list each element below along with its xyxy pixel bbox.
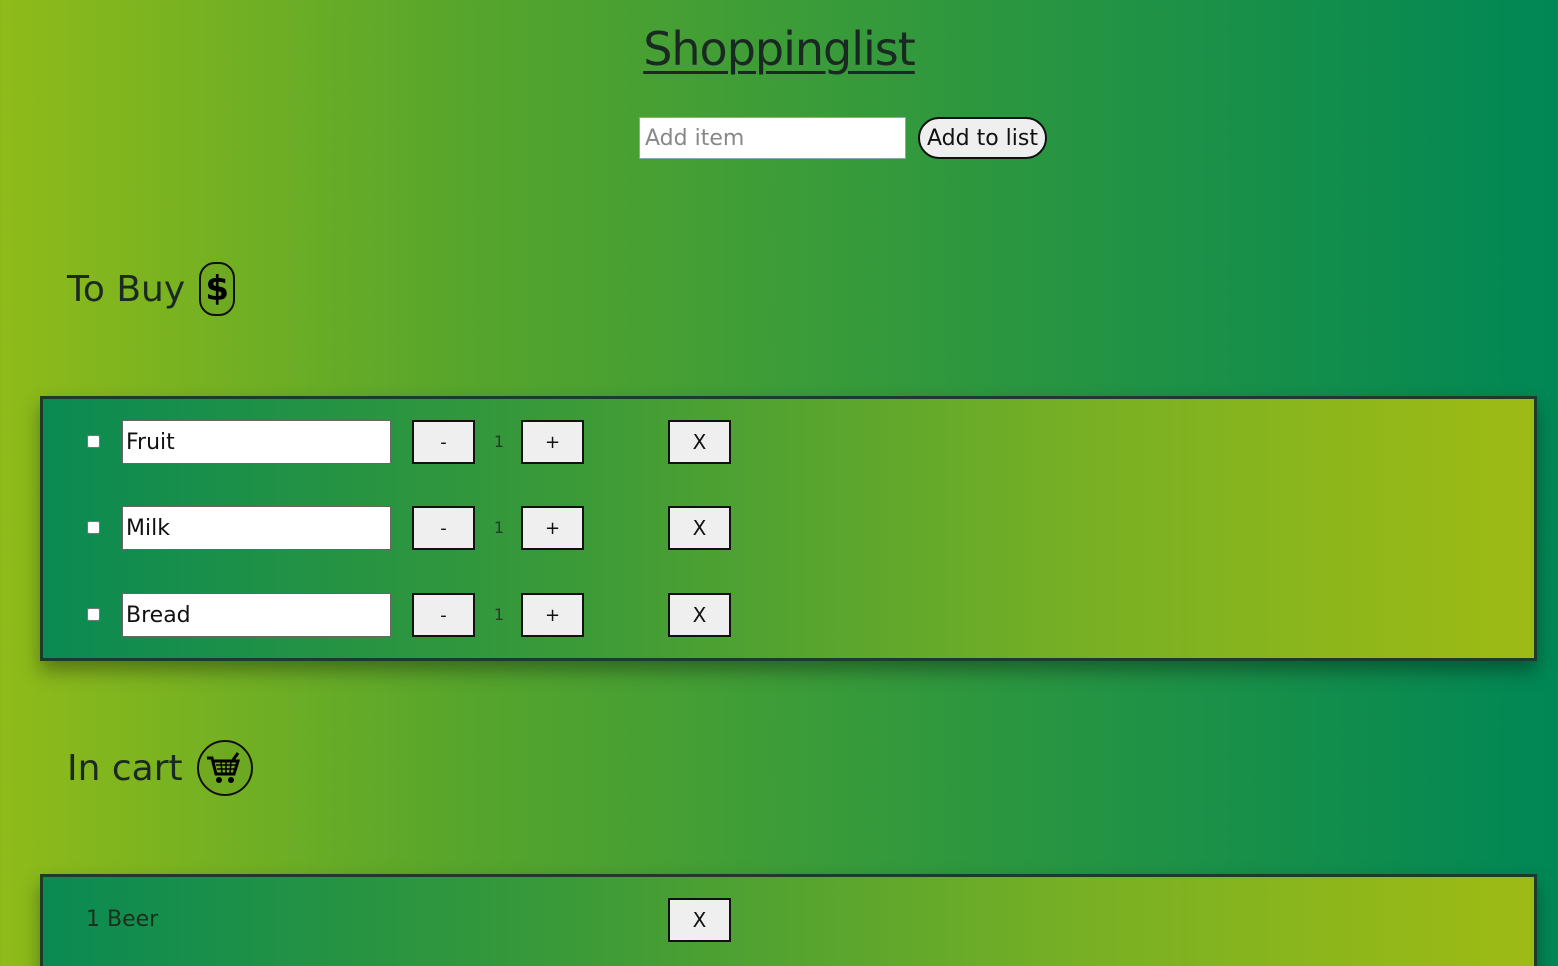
remove-item-button[interactable]: X	[668, 420, 731, 464]
add-item-input[interactable]	[639, 117, 906, 159]
add-item-form: Add to list	[639, 117, 1047, 159]
decrease-quantity-button[interactable]: -	[412, 506, 475, 550]
item-quantity: 1	[493, 605, 505, 624]
decrease-quantity-button[interactable]: -	[412, 593, 475, 637]
decrease-quantity-button[interactable]: -	[412, 420, 475, 464]
page-title: Shoppinglist	[643, 22, 916, 76]
remove-item-button[interactable]: X	[668, 506, 731, 550]
increase-quantity-button[interactable]: +	[521, 420, 584, 464]
list-item: - 1 + X	[43, 593, 1534, 637]
add-to-list-button[interactable]: Add to list	[918, 117, 1047, 159]
in-cart-list: 1 Beer X	[40, 874, 1537, 966]
item-name-input[interactable]	[122, 506, 391, 550]
list-item: - 1 + X	[43, 506, 1534, 550]
cart-icon	[196, 740, 253, 796]
item-name-input[interactable]	[122, 420, 391, 464]
list-item: 1 Beer X	[43, 898, 1534, 942]
in-cart-heading: In cart	[67, 740, 253, 796]
cart-item-text: 1 Beer	[86, 907, 159, 932]
remove-cart-item-button[interactable]: X	[668, 898, 731, 942]
item-quantity: 1	[493, 432, 505, 451]
item-checkbox[interactable]	[87, 435, 100, 448]
item-checkbox[interactable]	[87, 521, 100, 534]
increase-quantity-button[interactable]: +	[521, 593, 584, 637]
increase-quantity-button[interactable]: +	[521, 506, 584, 550]
item-name-input[interactable]	[122, 593, 391, 637]
item-quantity: 1	[493, 518, 505, 537]
remove-item-button[interactable]: X	[668, 593, 731, 637]
list-item: - 1 + X	[43, 420, 1534, 464]
to-buy-heading: To Buy $	[67, 262, 236, 316]
to-buy-list: - 1 + X - 1 + X - 1 + X	[40, 396, 1537, 661]
dollar-icon: $	[199, 262, 236, 316]
to-buy-heading-label: To Buy	[67, 268, 186, 310]
in-cart-heading-label: In cart	[67, 747, 183, 789]
item-checkbox[interactable]	[87, 608, 100, 621]
